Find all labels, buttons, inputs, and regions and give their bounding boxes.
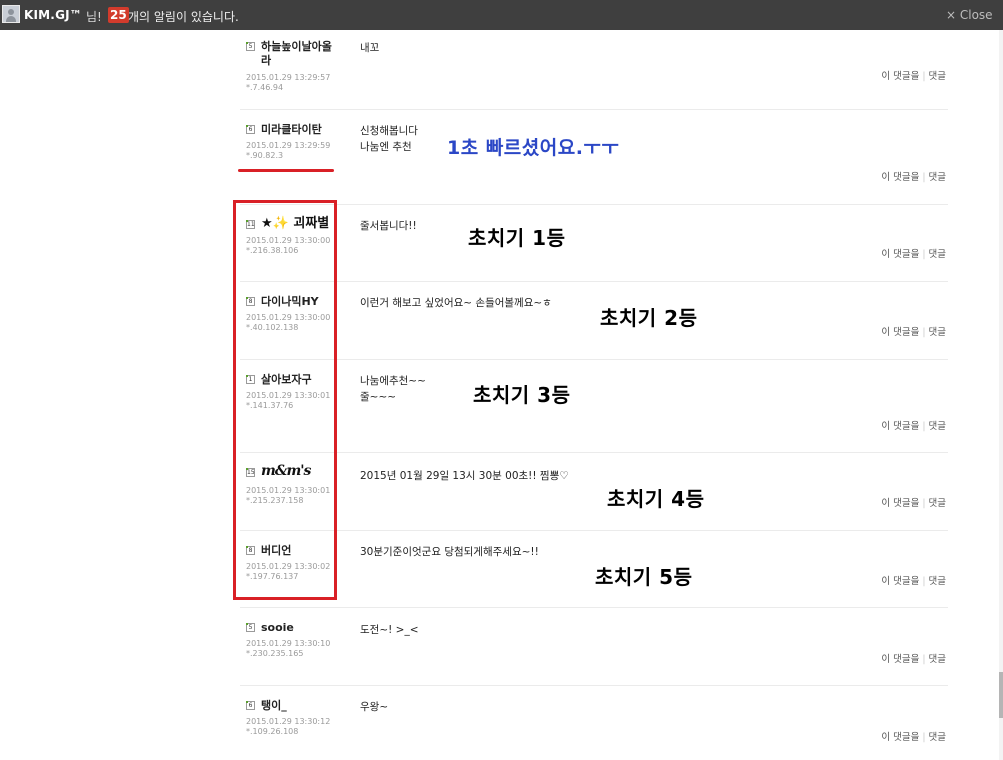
comment-actions: 이 댓글을 | 댓글 [881,495,946,509]
notification-bar: KIM.GJ™ 님! 25 개의 알림이 있습니다. × Close [0,0,1003,30]
comment-actions: 이 댓글을 | 댓글 [881,169,946,183]
reply-this-link[interactable]: 이 댓글을 [881,172,919,183]
comment-author[interactable]: 탱이_ [261,699,287,713]
reply-this-link[interactable]: 이 댓글을 [881,732,919,743]
level-icon: 6 [246,125,255,134]
separator: | [922,576,926,587]
annotation-fifth: 초치기 5등 [595,565,693,589]
separator: | [922,172,926,183]
annotation-faster: 1초 빠르셨어요.ㅜㅜ [447,137,620,159]
separator: | [922,71,926,82]
comment-date: 2015.01.29 13:30:12 [246,717,331,726]
comment-actions: 이 댓글을 | 댓글 [881,418,946,432]
comment-ip: *.230.235.165 [246,649,304,658]
comment-row: 15 m&m's 2015.01.29 13:30:01 *.215.237.1… [240,453,948,531]
reply-link[interactable]: 댓글 [929,172,946,183]
comment-actions: 이 댓글을 | 댓글 [881,246,946,260]
reply-link[interactable]: 댓글 [929,654,946,665]
scrollbar-track[interactable] [999,30,1003,760]
notification-message[interactable]: 개의 알림이 있습니다. [128,8,239,25]
comment-row: 1 살아보자구 2015.01.29 13:30:01 *.141.37.76 … [240,360,948,453]
comment-text: 30분기준이엇군요 당첨되게해주세요~!! [360,546,539,558]
reply-link[interactable]: 댓글 [929,71,946,82]
red-highlight-box [233,200,337,600]
level-icon: 6 [246,701,255,710]
comment-date: 2015.01.29 13:29:57 [246,73,331,82]
annotation-fourth: 초치기 4등 [607,487,705,511]
reply-link[interactable]: 댓글 [929,249,946,260]
annotation-first: 초치기 1등 [468,226,566,250]
comment-text: 우왕~ [360,701,389,713]
annotation-second: 초치기 2등 [600,306,698,330]
comment-author[interactable]: 미라클타이탄 [261,123,322,137]
comment-row: 5 sooie 2015.01.29 13:30:10 *.230.235.16… [240,608,948,686]
reply-this-link[interactable]: 이 댓글을 [881,421,919,432]
comment-author[interactable]: 하늘높이날아올 라 [261,40,332,68]
avatar[interactable] [2,5,20,23]
separator: | [922,327,926,338]
reply-this-link[interactable]: 이 댓글을 [881,576,919,587]
separator: | [922,654,926,665]
notification-count-badge[interactable]: 25 [108,7,129,23]
level-icon: 5 [246,42,255,51]
comment-ip: *.109.26.108 [246,727,299,736]
reply-this-link[interactable]: 이 댓글을 [881,71,919,82]
reply-link[interactable]: 댓글 [929,498,946,509]
comment-text: 이런거 해보고 싶었어요~ 손들어볼께요~ㅎ [360,297,552,309]
reply-this-link[interactable]: 이 댓글을 [881,498,919,509]
separator: | [922,421,926,432]
username-suffix: 님! [86,10,102,24]
reply-link[interactable]: 댓글 [929,576,946,587]
comment-text: 2015년 01월 29일 13시 30분 00초!! 찜뽕♡ [360,470,569,482]
comment-date: 2015.01.29 13:29:59 [246,141,331,150]
red-underline-annotation [238,169,334,172]
comment-text: 줄서봅니다!! [360,220,417,232]
comment-row: 6 탱이_ 2015.01.29 13:30:12 *.109.26.108 우… [240,686,948,758]
scrollbar-thumb[interactable] [999,672,1003,718]
comment-text: 나눔에추천~~ 줄~~~ [360,375,426,403]
comment-row: 8 버디언 2015.01.29 13:30:02 *.197.76.137 3… [240,531,948,608]
reply-this-link[interactable]: 이 댓글을 [881,327,919,338]
close-button[interactable]: × Close [946,8,993,22]
comment-actions: 이 댓글을 | 댓글 [881,573,946,587]
comment-actions: 이 댓글을 | 댓글 [881,729,946,743]
comment-date: 2015.01.29 13:30:10 [246,639,331,648]
comment-text: 도전~! >_< [360,624,419,636]
reply-this-link[interactable]: 이 댓글을 [881,249,919,260]
comment-actions: 이 댓글을 | 댓글 [881,324,946,338]
comment-row: 5 하늘높이날아올 라 2015.01.29 13:29:57 *.7.46.9… [240,30,948,110]
comment-actions: 이 댓글을 | 댓글 [881,651,946,665]
comment-author[interactable]: sooie [261,621,294,635]
comment-text: 신청해봅니다 나눔엔 추천 [360,125,418,153]
separator: | [922,249,926,260]
comment-row: 8 다이나믹HY 2015.01.29 13:30:00 *.40.102.13… [240,282,948,360]
reply-this-link[interactable]: 이 댓글을 [881,654,919,665]
comment-row: 11 ★✨ 괴짜별 2015.01.29 13:30:00 *.216.38.1… [240,205,948,282]
comment-actions: 이 댓글을 | 댓글 [881,68,946,82]
comment-ip: *.90.82.3 [246,151,284,160]
reply-link[interactable]: 댓글 [929,421,946,432]
separator: | [922,732,926,743]
comment-text: 내꼬 [360,42,380,54]
annotation-third: 초치기 3등 [473,383,571,407]
comment-ip: *.7.46.94 [246,83,284,92]
reply-link[interactable]: 댓글 [929,732,946,743]
separator: | [922,498,926,509]
username[interactable]: KIM.GJ™ [24,8,82,22]
level-icon: 5 [246,623,255,632]
reply-link[interactable]: 댓글 [929,327,946,338]
